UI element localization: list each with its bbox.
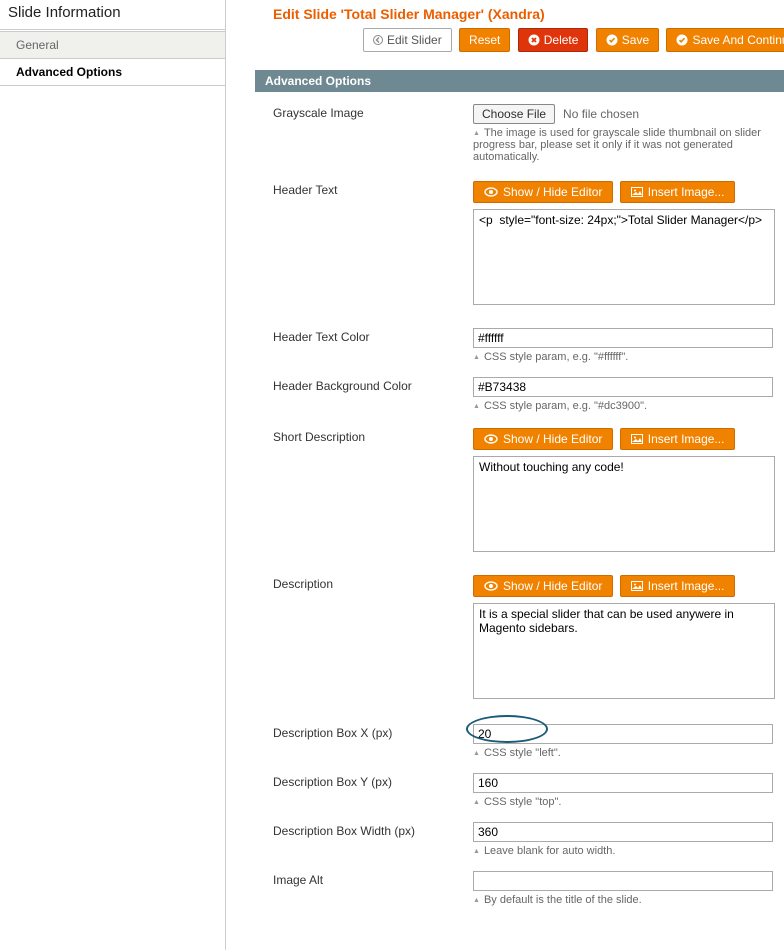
- reset-button[interactable]: Reset: [459, 28, 510, 52]
- box-y-input[interactable]: [473, 773, 773, 793]
- show-hide-label: Show / Hide Editor: [503, 185, 602, 199]
- label-header-bg: Header Background Color: [273, 377, 473, 412]
- sidebar-tab-advanced[interactable]: Advanced Options: [0, 58, 225, 86]
- eye-icon: [484, 581, 498, 591]
- hint-box-w: Leave blank for auto width.: [473, 845, 763, 857]
- delete-button[interactable]: Delete: [518, 28, 589, 52]
- file-status: No file chosen: [563, 107, 639, 121]
- save-continue-label: Save And Continue E: [692, 31, 784, 49]
- sidebar-tab-general[interactable]: General: [0, 31, 225, 59]
- show-hide-editor-button[interactable]: Show / Hide Editor: [473, 181, 613, 203]
- check-icon: [606, 34, 618, 46]
- reset-label: Reset: [469, 31, 500, 49]
- eye-icon: [484, 187, 498, 197]
- insert-image-button[interactable]: Insert Image...: [620, 575, 736, 597]
- save-label: Save: [622, 31, 649, 49]
- check-icon: [676, 34, 688, 46]
- delete-label: Delete: [544, 31, 579, 49]
- image-icon: [631, 581, 643, 591]
- label-box-x: Description Box X (px): [273, 724, 473, 759]
- label-grayscale: Grayscale Image: [273, 104, 473, 163]
- hint-header-bg: CSS style param, e.g. "#dc3900".: [473, 400, 763, 412]
- header-color-input[interactable]: [473, 328, 773, 348]
- show-hide-label: Show / Hide Editor: [503, 579, 602, 593]
- show-hide-editor-button[interactable]: Show / Hide Editor: [473, 428, 613, 450]
- label-header-text: Header Text: [273, 181, 473, 308]
- insert-image-label: Insert Image...: [648, 185, 725, 199]
- label-alt: Image Alt: [273, 871, 473, 906]
- sidebar: Slide Information General Advanced Optio…: [0, 0, 225, 86]
- label-header-color: Header Text Color: [273, 328, 473, 363]
- page-title: Edit Slide 'Total Slider Manager' (Xandr…: [273, 6, 784, 22]
- box-w-input[interactable]: [473, 822, 773, 842]
- section-title: Advanced Options: [255, 70, 784, 92]
- short-desc-input[interactable]: [473, 456, 775, 552]
- hint-grayscale: The image is used for grayscale slide th…: [473, 127, 763, 163]
- hint-header-color: CSS style param, e.g. "#ffffff".: [473, 351, 763, 363]
- alt-input[interactable]: [473, 871, 773, 891]
- hint-box-y: CSS style "top".: [473, 796, 763, 808]
- hint-box-x: CSS style "left".: [473, 747, 763, 759]
- sidebar-title: Slide Information: [0, 0, 225, 30]
- header-bg-input[interactable]: [473, 377, 773, 397]
- show-hide-label: Show / Hide Editor: [503, 432, 602, 446]
- show-hide-editor-button[interactable]: Show / Hide Editor: [473, 575, 613, 597]
- insert-image-label: Insert Image...: [648, 432, 725, 446]
- section-advanced: Advanced Options Grayscale Image Choose …: [255, 70, 784, 910]
- delete-icon: [528, 34, 540, 46]
- image-icon: [631, 434, 643, 444]
- edit-slider-label: Edit Slider: [387, 31, 442, 49]
- toolbar: Edit Slider Reset Delete Save Save And C…: [273, 28, 784, 52]
- sidebar-tabs: General Advanced Options: [0, 31, 225, 86]
- box-x-input[interactable]: [473, 724, 773, 744]
- save-continue-button[interactable]: Save And Continue E: [666, 28, 784, 52]
- save-button[interactable]: Save: [596, 28, 659, 52]
- back-icon: [373, 35, 383, 45]
- edit-slider-button[interactable]: Edit Slider: [363, 28, 452, 52]
- divider: [225, 0, 226, 950]
- label-short-desc: Short Description: [273, 428, 473, 555]
- insert-image-label: Insert Image...: [648, 579, 725, 593]
- label-box-w: Description Box Width (px): [273, 822, 473, 857]
- label-box-y: Description Box Y (px): [273, 773, 473, 808]
- image-icon: [631, 187, 643, 197]
- main: Edit Slide 'Total Slider Manager' (Xandr…: [255, 0, 784, 910]
- hint-alt: By default is the title of the slide.: [473, 894, 763, 906]
- desc-input[interactable]: [473, 603, 775, 699]
- insert-image-button[interactable]: Insert Image...: [620, 181, 736, 203]
- insert-image-button[interactable]: Insert Image...: [620, 428, 736, 450]
- label-desc: Description: [273, 575, 473, 702]
- header-text-input[interactable]: [473, 209, 775, 305]
- eye-icon: [484, 434, 498, 444]
- choose-file-button[interactable]: Choose File: [473, 104, 555, 124]
